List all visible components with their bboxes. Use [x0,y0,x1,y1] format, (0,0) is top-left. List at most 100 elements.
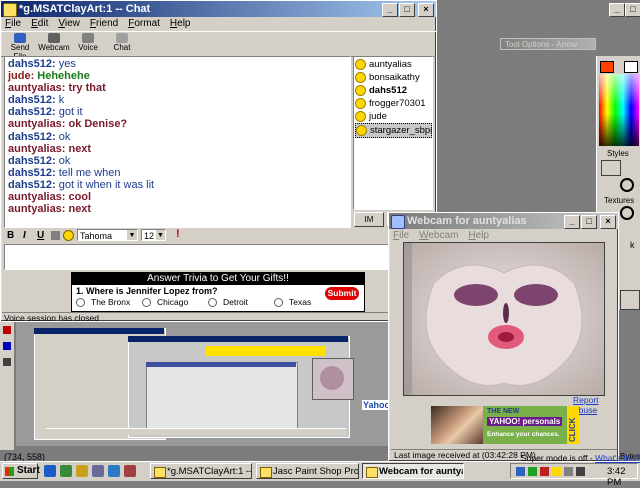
size-select[interactable]: 12 ▼ [141,229,166,241]
buddy-item[interactable]: dahs512 [355,84,432,97]
volume-icon[interactable] [576,467,585,476]
chat-maximize-button[interactable]: □ [399,3,415,17]
webcam-title: Webcam for auntyalias [407,215,527,227]
message-nick: dahs512: [8,94,56,107]
quick-launch-icon[interactable] [76,465,88,477]
chat-menu-edit[interactable]: Edit [31,17,48,31]
start-button[interactable]: Start [2,463,40,479]
size-dropdown-arrow[interactable]: ▼ [156,230,165,240]
buddy-item[interactable]: frogger70301 [355,97,432,110]
buddy-list[interactable]: auntyalias bonsaikathy dahs512 frogger70301… [353,56,433,210]
underline-button[interactable]: U [37,230,44,241]
webcam-menu-file[interactable]: File [393,229,409,243]
tool-icon-1[interactable] [3,326,11,334]
ad-click[interactable]: CLICK [567,406,579,444]
clock[interactable]: 3:42 PM [607,466,640,488]
radio-button[interactable] [274,298,283,308]
tool-options-titlebar[interactable]: Tool Options - Arrow [500,38,596,50]
buddy-item[interactable]: stargazer_sbpcg [355,123,432,138]
textures-null-icon[interactable] [620,206,634,220]
task-app-icon [366,467,378,478]
font-dropdown-arrow[interactable]: ▼ [127,230,137,240]
tool-icon-3[interactable] [3,358,11,366]
webcam-window-icon[interactable] [391,215,405,229]
chat-message: dahs512: got it when it was lit [8,179,347,191]
chat-status-text: Voice session has closed [4,313,99,323]
emoticon-icon[interactable] [63,230,74,241]
chat-menu-friend[interactable]: Friend [90,17,118,31]
whats-this-link[interactable]: What's this? [595,453,640,463]
psp-window-buttons[interactable]: _ □ [608,3,640,17]
chat-window-icon[interactable] [3,3,17,17]
trivia-option[interactable]: The Bronx [76,297,142,308]
radio-button[interactable] [142,298,151,308]
trivia-submit-button[interactable]: Submit [325,287,359,300]
webcam-maximize-button[interactable]: □ [581,215,597,229]
buddy-name: auntyalias [369,59,412,70]
report-abuse-link[interactable]: Report Abuse [573,395,618,415]
message-text: cool [68,191,92,204]
chat-close-button[interactable]: × [418,3,434,17]
psp-maximize-button[interactable]: □ [625,3,640,17]
italic-button[interactable]: I [23,230,26,241]
tray-icon-1[interactable] [516,467,525,476]
taskbar-button[interactable]: *g.MSATClayArt:1 -- Chat [150,463,252,479]
yahoo-personals-ad[interactable]: THE NEW YAHOO! personals Enhance your ch… [431,406,579,444]
send-file-button[interactable]: Send File [4,32,36,61]
trivia-option[interactable]: Chicago [142,297,208,308]
message-nick: auntyalias: [8,203,66,216]
quick-launch-icon[interactable] [92,465,104,477]
message-nick: dahs512: [8,154,56,167]
webcam-titlebar[interactable]: Webcam for auntyalias _ □ × [389,213,618,229]
voice-button[interactable]: Voice [72,32,104,56]
webcam-menu-webcam[interactable]: Webcam [419,229,458,243]
styles-null-icon[interactable] [620,178,634,192]
buddy-item[interactable]: bonsaikathy [355,71,432,84]
webcam-button[interactable]: Webcam [38,32,70,56]
background-color-swatch[interactable] [624,61,638,73]
panel-scroll[interactable] [620,290,640,310]
message-text: k [58,94,65,107]
im-button[interactable]: IM [354,212,384,227]
recursive-screenshot: Yahoo [16,318,388,446]
color-icon[interactable] [51,231,60,240]
chat-message-area[interactable]: dahs512: yes jude: Hehehehe auntyalias: try t… [4,56,351,228]
taskbar-button[interactable]: Webcam for auntyalias [362,463,464,479]
buddy-item[interactable]: jude [355,110,432,123]
tool-icon-2[interactable] [3,342,11,350]
webcam-close-button[interactable]: × [600,215,616,229]
chat-toolbar: Send FileWebcam Voice Chat [1,31,436,61]
webcam-menu-help[interactable]: Help [468,229,489,243]
font-select[interactable]: Tahoma ▼ [77,229,138,241]
tray-icon-4[interactable] [552,467,561,476]
quick-launch-icon[interactable] [60,465,72,477]
tray-icon-2[interactable] [528,467,537,476]
bold-button[interactable]: B [7,230,14,241]
tray-icon-3[interactable] [540,467,549,476]
chat-menu-help[interactable]: Help [170,17,191,31]
trivia-ad[interactable]: Answer Trivia to Get Your Gifts!! 1. Whe… [71,272,365,312]
chat-menu-file[interactable]: File [5,17,21,31]
thumb-window-2-title [128,336,348,342]
chat-menu-format[interactable]: Format [128,17,160,31]
buddy-item[interactable]: auntyalias [355,58,432,71]
alert-icon[interactable]: ! [176,228,180,240]
chat-menu-view[interactable]: View [58,17,80,31]
foreground-color-swatch[interactable] [600,61,614,73]
trivia-option[interactable]: Detroit [208,297,274,308]
super-mode-label: Super mode is off - [521,453,593,463]
quick-launch-icon[interactable] [44,465,56,477]
radio-button[interactable] [76,298,85,308]
chat-input[interactable] [4,244,436,270]
chat-minimize-button[interactable]: _ [382,3,398,17]
chat-titlebar[interactable]: *g.MSATClayArt:1 -- Chat _ □ × [1,1,436,17]
psp-minimize-button[interactable]: _ [609,3,625,17]
taskbar-button[interactable]: Jasc Paint Shop Pro - Ima... [256,463,359,479]
quick-launch-icon[interactable] [124,465,136,477]
tray-icon-5[interactable] [564,467,573,476]
styles-swatch[interactable] [601,160,621,176]
chat-button[interactable]: Chat [106,32,138,56]
webcam-minimize-button[interactable]: _ [564,215,580,229]
radio-button[interactable] [208,298,217,308]
quick-launch-icon[interactable] [108,465,120,477]
